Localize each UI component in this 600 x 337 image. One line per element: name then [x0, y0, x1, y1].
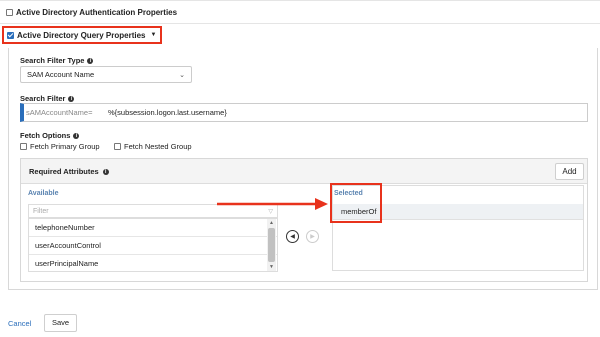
info-icon: i — [73, 132, 80, 139]
ad-auth-checkbox[interactable] — [6, 8, 13, 16]
scrollbar-thumb[interactable] — [268, 228, 275, 262]
cancel-link[interactable]: Cancel — [8, 319, 31, 328]
required-attributes-title: Required Attributes — [29, 167, 99, 176]
info-icon: i — [102, 168, 109, 175]
section-divider — [0, 23, 600, 24]
ad-auth-label: Active Directory Authentication Properti… — [16, 7, 178, 17]
search-filter-heading: Search Filter i — [20, 94, 75, 103]
ad-query-checkbox[interactable] — [7, 31, 14, 39]
caret-down-icon[interactable]: ▼ — [151, 32, 157, 38]
fetch-primary-group-option[interactable]: Fetch Primary Group — [20, 142, 100, 151]
move-left-button[interactable]: ◀ — [286, 230, 299, 243]
available-item-label: userAccountControl — [35, 241, 101, 250]
search-filter-type-label: Search Filter Type — [20, 56, 85, 65]
search-filter-prefix: sAMAccountName= — [26, 108, 93, 117]
red-arrow-icon — [217, 198, 328, 210]
available-label: Available — [28, 190, 59, 197]
fetch-nested-group-option[interactable]: Fetch Nested Group — [114, 142, 192, 151]
required-attributes-heading: Required Attributes i — [29, 167, 109, 176]
fetch-nested-group-checkbox[interactable] — [114, 143, 121, 150]
search-filter-input[interactable]: %{subsession.logon.last.username} — [108, 108, 227, 117]
list-item[interactable]: telephoneNumber — [29, 219, 277, 237]
fetch-nested-group-label: Fetch Nested Group — [124, 142, 192, 151]
ad-query-label: Active Directory Query Properties — [17, 30, 146, 40]
search-filter-type-select[interactable]: SAM Account Name ⌄ — [20, 66, 192, 83]
ad-auth-properties-toggle[interactable]: Active Directory Authentication Properti… — [6, 6, 177, 18]
save-button[interactable]: Save — [44, 314, 77, 332]
search-filter-type-value: SAM Account Name — [27, 70, 95, 79]
filter-input[interactable]: Filter — [33, 208, 49, 215]
chevron-down-icon: ⌄ — [179, 71, 185, 79]
highlight-box-selected — [330, 183, 382, 223]
info-icon: i — [87, 57, 94, 64]
search-filter-field[interactable]: sAMAccountName= %{subsession.logon.last.… — [20, 103, 588, 122]
list-item[interactable]: userAccountControl — [29, 237, 277, 255]
top-divider — [0, 0, 600, 1]
fetch-options-label: Fetch Options — [20, 131, 71, 140]
search-filter-label: Search Filter — [20, 94, 66, 103]
info-icon: i — [68, 95, 75, 102]
chevron-left-icon: ◀ — [290, 233, 295, 240]
available-item-label: telephoneNumber — [35, 223, 95, 232]
fetch-primary-group-label: Fetch Primary Group — [30, 142, 100, 151]
fetch-primary-group-checkbox[interactable] — [20, 143, 27, 150]
scroll-down-icon[interactable]: ▼ — [269, 264, 274, 270]
fetch-options-heading: Fetch Options i — [20, 131, 80, 140]
search-filter-type-heading: Search Filter Type i — [20, 56, 94, 65]
available-list: telephoneNumber userAccountControl userP… — [28, 218, 278, 272]
scroll-up-icon[interactable]: ▲ — [269, 220, 274, 226]
chevron-right-icon: ▶ — [310, 233, 315, 240]
list-item[interactable]: userPrincipalName — [29, 255, 277, 271]
ad-query-properties-toggle[interactable]: Active Directory Query Properties ▼ — [7, 29, 156, 41]
available-list-scrollbar[interactable]: ▲ ▼ — [267, 219, 276, 271]
move-right-button[interactable]: ▶ — [306, 230, 319, 243]
add-button[interactable]: Add — [555, 163, 584, 180]
available-item-label: userPrincipalName — [35, 259, 99, 268]
